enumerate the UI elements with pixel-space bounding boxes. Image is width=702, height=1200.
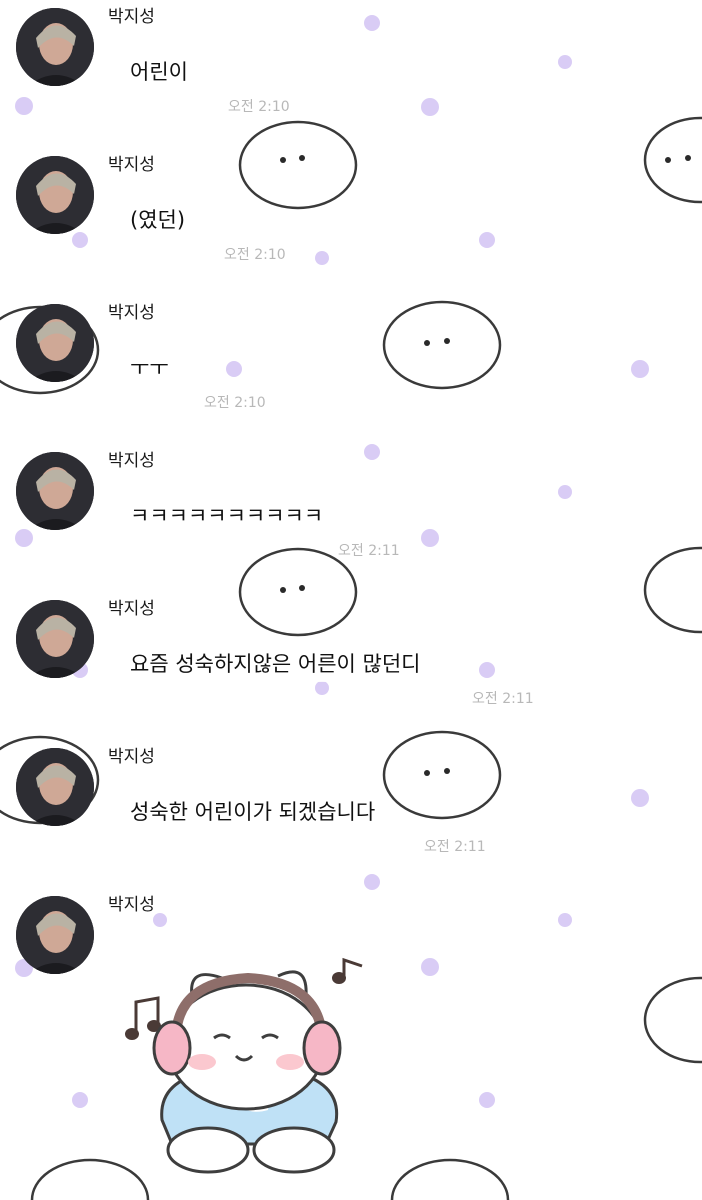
sender-name: 박지성 bbox=[108, 599, 155, 619]
message-time: 오전 2:10 bbox=[224, 247, 286, 263]
avatar[interactable] bbox=[16, 748, 94, 826]
message-row: 박지성 ㅋㅋㅋㅋㅋㅋㅋㅋㅋㅋ 오전 2:11 bbox=[0, 444, 702, 592]
avatar[interactable] bbox=[16, 896, 94, 974]
message-time: 오전 2:11 bbox=[424, 839, 486, 855]
message-text[interactable]: ㅋㅋㅋㅋㅋㅋㅋㅋㅋㅋ bbox=[118, 496, 336, 534]
sender-name: 박지성 bbox=[108, 303, 155, 323]
message-row: 박지성 ㅜㅜ 오전 2:10 bbox=[0, 296, 702, 444]
message-row: 박지성 요즘 성숙하지않은 어른이 많던디 오전 2:11 bbox=[0, 592, 702, 740]
message-text[interactable]: 성숙한 어린이가 되겠습니다 bbox=[118, 792, 388, 830]
message-text[interactable]: 어린이 bbox=[118, 52, 200, 90]
sleepy-bunny-sticker[interactable] bbox=[118, 952, 378, 1182]
message-text[interactable]: (였던) bbox=[118, 200, 198, 238]
avatar[interactable] bbox=[16, 600, 94, 678]
message-time: 오전 2:10 bbox=[228, 99, 290, 115]
sender-name: 박지성 bbox=[108, 155, 155, 175]
message-row: 박지성 (였던) 오전 2:10 bbox=[0, 148, 702, 296]
message-time: 오전 2:11 bbox=[338, 543, 400, 559]
avatar[interactable] bbox=[16, 156, 94, 234]
message-time: 오전 2:11 bbox=[472, 691, 534, 707]
sender-name: 박지성 bbox=[108, 7, 155, 27]
sender-name: 박지성 bbox=[108, 451, 155, 471]
message-time: 오전 2:10 bbox=[204, 395, 266, 411]
avatar[interactable] bbox=[16, 8, 94, 86]
message-row: 박지성 성숙한 어린이가 되겠습니다 오전 2:11 bbox=[0, 740, 702, 888]
avatar[interactable] bbox=[16, 452, 94, 530]
message-row: 박지성 어린이 오전 2:10 bbox=[0, 0, 702, 148]
message-text[interactable]: ㅜㅜ bbox=[118, 348, 181, 386]
sender-name: 박지성 bbox=[108, 747, 155, 767]
message-text[interactable]: 요즘 성숙하지않은 어른이 많던디 bbox=[118, 644, 433, 682]
avatar[interactable] bbox=[16, 304, 94, 382]
sender-name: 박지성 bbox=[108, 895, 155, 915]
